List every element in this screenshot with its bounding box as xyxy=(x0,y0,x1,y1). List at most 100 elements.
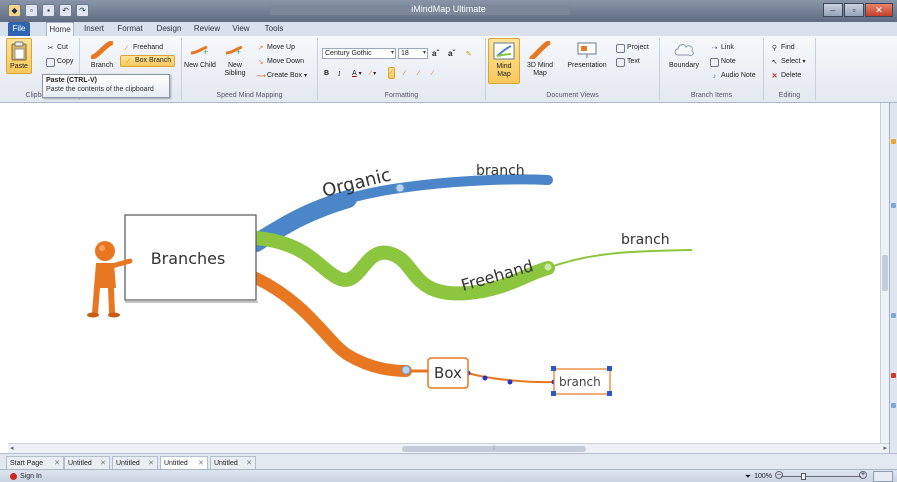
tab-file[interactable]: File xyxy=(8,22,30,36)
branch-label: Branch xyxy=(90,62,114,69)
shrink-font-button[interactable]: aˇ xyxy=(448,48,455,60)
freehand-sub-branch[interactable] xyxy=(547,249,693,269)
move-down-button[interactable]: ↘ Move Down xyxy=(256,56,304,68)
panel-tab-icon[interactable] xyxy=(891,403,896,408)
zoom-knob[interactable] xyxy=(801,473,806,480)
tab-home[interactable]: Home xyxy=(46,22,74,36)
panel-tab-icon[interactable] xyxy=(891,373,896,378)
control-point[interactable] xyxy=(482,375,488,381)
curve-style-button[interactable]: ∕ xyxy=(418,68,419,80)
doc-tab[interactable]: Untitled ✕ xyxy=(112,456,158,469)
fit-to-window-icon[interactable] xyxy=(873,471,893,482)
horizontal-scroll-thumb[interactable]: ⁞ xyxy=(402,446,586,452)
find-button[interactable]: ⚲ Find xyxy=(770,42,795,54)
freehand-button[interactable]: ∕ Freehand xyxy=(122,42,163,54)
tab-review[interactable]: Review xyxy=(192,22,222,36)
horizontal-scrollbar[interactable]: ◂ ⁞ ▸ xyxy=(8,443,889,453)
link-button[interactable]: ⇢ Link xyxy=(710,42,734,54)
brush-style-button[interactable]: ∕ xyxy=(432,68,433,80)
doc-tab-active[interactable]: Untitled ✕ xyxy=(160,456,208,469)
selection-handle[interactable] xyxy=(551,391,556,396)
zoom-out-icon[interactable]: – xyxy=(775,471,783,479)
selection-handle[interactable] xyxy=(607,391,612,396)
boundary-button[interactable]: Boundary xyxy=(664,40,704,70)
branch-color-button[interactable]: ∕ ▾ xyxy=(370,68,376,80)
italic-button[interactable]: I xyxy=(338,68,340,80)
text-view-button[interactable]: Text xyxy=(616,56,640,68)
font-family-select[interactable]: Century Gothic ▾ xyxy=(322,48,396,59)
sign-in-button[interactable]: Sign In xyxy=(10,471,42,482)
doc-tab-label: Untitled xyxy=(164,460,188,467)
vertical-scrollbar[interactable] xyxy=(880,103,889,443)
zoom-tool-icon[interactable]: ⏷ xyxy=(745,472,751,482)
mind-map-svg[interactable]: Branches Organic branch Freehand branch … xyxy=(8,103,880,443)
paste-button[interactable]: Paste xyxy=(6,38,32,74)
branch-button[interactable]: Branch xyxy=(84,40,120,70)
tab-tools[interactable]: Tools xyxy=(262,22,286,36)
font-size-select[interactable]: 18 ▾ xyxy=(398,48,428,59)
organic-connector-node[interactable] xyxy=(395,183,405,193)
scroll-right-icon[interactable]: ▸ xyxy=(883,444,887,453)
zoom-controls: ⏷ 100% – + xyxy=(745,471,867,482)
audio-note-label: Audio Note xyxy=(721,72,756,79)
panel-tab-icon[interactable] xyxy=(891,203,896,208)
tab-view[interactable]: View xyxy=(230,22,252,36)
freehand-branch-label[interactable]: branch xyxy=(621,232,670,248)
note-button[interactable]: Note xyxy=(710,56,736,68)
mind-map-canvas[interactable]: Branches Organic branch Freehand branch … xyxy=(8,103,880,443)
cut-button[interactable]: ✂ Cut xyxy=(46,42,68,54)
audio-note-button[interactable]: ♪ Audio Note xyxy=(710,70,756,82)
selection-handle[interactable] xyxy=(551,366,556,371)
panel-tab-icon[interactable] xyxy=(891,313,896,318)
box-connector-node[interactable] xyxy=(401,365,411,375)
selected-branch-text[interactable]: branch xyxy=(559,375,601,389)
freehand-connector-node[interactable] xyxy=(543,262,553,272)
select-dropdown-icon[interactable]: ▾ xyxy=(802,56,805,68)
tab-insert[interactable]: Insert xyxy=(82,22,106,36)
box-node-text[interactable]: Box xyxy=(434,364,462,382)
control-point[interactable] xyxy=(507,379,513,385)
selection-handle[interactable] xyxy=(607,366,612,371)
maximize-icon[interactable]: ▫ xyxy=(844,3,864,17)
3d-mind-map-button[interactable]: 3D Mind Map xyxy=(524,40,556,78)
group-branch-items: Boundary ⇢ Link Note ♪ Audio Note Branch… xyxy=(660,38,764,100)
organic-branch-label[interactable]: branch xyxy=(476,163,525,179)
format-painter-button[interactable]: ✎ xyxy=(464,48,473,60)
panel-tab-icon[interactable] xyxy=(891,139,896,144)
vertical-scroll-thumb[interactable] xyxy=(882,255,888,291)
presentation-button[interactable]: Presentation xyxy=(562,40,612,70)
create-box-dropdown-icon[interactable]: ▾ xyxy=(304,70,307,82)
central-topic-text[interactable]: Branches xyxy=(151,249,226,268)
doc-tab[interactable]: Start Page ✕ xyxy=(6,456,64,469)
zoom-track xyxy=(781,476,861,477)
bold-button[interactable]: B xyxy=(324,68,329,80)
minimize-icon[interactable]: – xyxy=(823,3,843,17)
new-child-button[interactable]: + New Child xyxy=(184,40,216,70)
doc-tab[interactable]: Untitled ✕ xyxy=(210,456,256,469)
tab-design[interactable]: Design xyxy=(154,22,184,36)
new-sibling-button[interactable]: + New Sibling xyxy=(218,40,252,78)
box-branch[interactable] xyxy=(250,272,412,377)
delete-button[interactable]: ✕ Delete xyxy=(770,70,802,82)
font-color-button[interactable]: A ▾ xyxy=(352,68,362,80)
grow-font-button[interactable]: aˆ xyxy=(432,48,439,60)
zoom-in-icon[interactable]: + xyxy=(859,471,867,479)
close-icon[interactable]: ✕ xyxy=(865,3,893,17)
create-box-button[interactable]: ⟿ Create Box ▾ xyxy=(256,70,307,82)
tab-format[interactable]: Format xyxy=(116,22,144,36)
zoom-slider[interactable]: – + xyxy=(775,471,867,482)
line-style-button[interactable]: ∕ xyxy=(388,67,396,79)
group-speed-mind-mapping: + New Child + New Sibling ↗ Move Up ↘ Mo… xyxy=(182,38,318,100)
move-up-button[interactable]: ↗ Move Up xyxy=(256,42,295,54)
window-controls: – ▫ ✕ xyxy=(823,3,893,17)
scissors-icon: ✂ xyxy=(47,44,54,52)
box-branch-button[interactable]: ∕ Box Branch xyxy=(120,55,176,67)
mind-map-view-button[interactable]: Mind Map xyxy=(488,38,520,84)
speed-group-label: Speed Mind Mapping xyxy=(216,92,283,99)
scroll-left-icon[interactable]: ◂ xyxy=(10,444,14,453)
select-button[interactable]: ↖ Select ▾ xyxy=(770,56,806,68)
copy-button[interactable]: Copy xyxy=(46,56,73,68)
taper-style-button[interactable]: ∕ xyxy=(404,68,405,80)
project-view-button[interactable]: Project xyxy=(616,42,649,54)
doc-tab[interactable]: Untitled ✕ xyxy=(64,456,110,469)
